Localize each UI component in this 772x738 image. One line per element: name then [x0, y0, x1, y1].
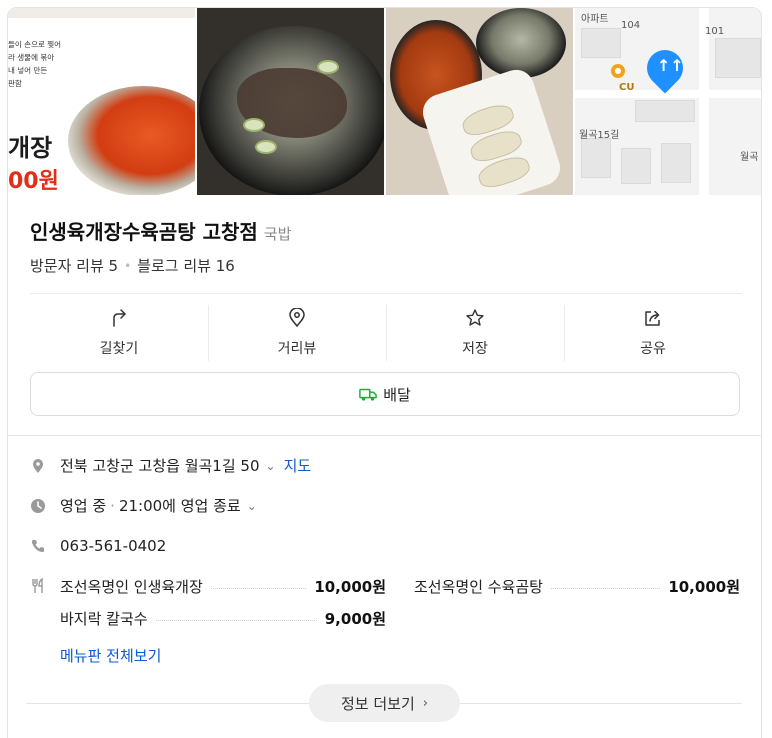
photo-table-spread[interactable]	[386, 8, 573, 195]
chevron-down-icon[interactable]: ⌄	[247, 499, 257, 513]
ad-line: 판함	[8, 79, 22, 88]
broth-soup-image	[476, 8, 566, 78]
chevron-right-icon: ›	[422, 695, 428, 711]
share-label: 공유	[640, 341, 666, 357]
menu-item[interactable]: 조선옥명인 수육곰탕 10,000원	[414, 576, 740, 597]
review-counts: 방문자 리뷰 5 • 블로그 리뷰 16	[30, 255, 235, 276]
more-info-label: 정보 더보기	[341, 694, 415, 713]
map-link[interactable]: 지도	[284, 455, 312, 476]
ad-line: 라 생물에 볶아	[8, 53, 55, 62]
location-pin-icon	[33, 458, 43, 473]
map-label: 월곡15길	[579, 130, 620, 141]
map-label: 104	[621, 20, 641, 31]
separator-dot: •	[124, 258, 132, 273]
green-onion-image	[243, 118, 265, 132]
menu-item[interactable]: 조선옥명인 인생육개장 10,000원	[60, 576, 386, 597]
more-info-button[interactable]: 정보 더보기 ›	[309, 684, 460, 722]
separator-dot: ·	[110, 496, 115, 515]
map-block	[661, 143, 691, 183]
open-status: 영업 중	[60, 497, 107, 515]
menu-item-name: 조선옥명인 수육곰탕	[414, 578, 543, 596]
place-name: 인생육개장수육곰탕 고창점	[30, 220, 258, 244]
blog-reviews-link[interactable]: 블로그 리뷰 16	[137, 255, 235, 276]
map-block	[581, 28, 621, 58]
menu-item-price: 10,000원	[314, 578, 386, 596]
menu-item-price: 9,000원	[324, 610, 386, 628]
convenience-store-icon: ●	[611, 64, 625, 78]
save-button[interactable]: 저장	[386, 305, 564, 361]
fork-knife-icon	[32, 578, 43, 593]
section-divider	[8, 435, 761, 436]
map-block	[635, 100, 695, 122]
map-label: 아파트	[581, 14, 609, 25]
view-full-menu-link[interactable]: 메뉴판 전체보기	[60, 645, 161, 666]
map-road	[575, 90, 761, 98]
phone-row: 063-561-0402	[30, 537, 166, 555]
ad-text: 들이 손으로 찢어 라 생물에 볶아 내 넣어 만든 판함	[8, 38, 61, 90]
chevron-down-icon[interactable]: ⌄	[266, 459, 276, 473]
map-block	[581, 138, 611, 178]
directions-label: 길찾기	[99, 341, 139, 357]
street-view-label: 거리뷰	[277, 341, 317, 357]
visitor-reviews-link[interactable]: 방문자 리뷰 5	[30, 255, 118, 276]
dotted-leader	[210, 588, 307, 589]
delivery-truck-icon	[359, 388, 378, 401]
place-card: 들이 손으로 찢어 라 생물에 볶아 내 넣어 만든 판함 개장 00원 아파트…	[7, 7, 762, 738]
directions-button[interactable]: 길찾기	[30, 305, 208, 361]
map-label: CU	[619, 82, 635, 93]
clock-icon	[31, 498, 45, 513]
save-label: 저장	[462, 341, 488, 357]
dotted-leader	[155, 620, 317, 621]
title-row: 인생육개장수육곰탕 고창점 국밥	[30, 216, 291, 245]
fork-knife-icon: ↑↑	[657, 56, 684, 75]
share-button[interactable]: 공유	[564, 305, 742, 361]
soup-bowl-image	[68, 86, 195, 195]
delivery-button[interactable]: 배달	[30, 372, 740, 416]
delivery-label: 배달	[383, 385, 411, 404]
menu-item-name: 조선옥명인 인생육개장	[60, 578, 203, 596]
star-icon	[466, 309, 484, 326]
closing-time: 21:00에 영업 종료	[118, 497, 241, 515]
street-view-button[interactable]: 거리뷰	[208, 305, 386, 361]
menu-item-price: 10,000원	[668, 578, 740, 596]
ad-price: 00원	[8, 169, 59, 194]
place-category: 국밥	[263, 225, 292, 243]
divider	[30, 293, 742, 294]
ad-top-bar	[8, 8, 195, 18]
green-onion-image	[317, 60, 339, 74]
ad-line: 들이 손으로 찢어	[8, 40, 62, 49]
photo-strip[interactable]: 들이 손으로 찢어 라 생물에 볶아 내 넣어 만든 판함 개장 00원 아파트…	[8, 8, 761, 195]
ad-big-text: 개장	[8, 134, 53, 162]
photo-ad[interactable]: 들이 손으로 찢어 라 생물에 볶아 내 넣어 만든 판함 개장 00원	[8, 8, 195, 195]
map-block	[621, 148, 651, 184]
phone-icon	[32, 540, 44, 552]
green-onion-image	[255, 140, 277, 154]
address-row: 전북 고창군 고창읍 월곡1길 50 ⌄ 지도	[30, 455, 311, 476]
map-label: 월곡	[740, 152, 759, 163]
directions-icon	[113, 309, 126, 327]
map-label: 101	[705, 26, 725, 37]
menu-item[interactable]: 바지락 칼국수 9,000원	[60, 608, 386, 629]
ad-line: 내 넣어 만든	[8, 66, 48, 75]
dotted-leader	[550, 588, 661, 589]
hours-row[interactable]: 영업 중 · 21:00에 영업 종료 ⌄	[30, 495, 257, 516]
action-bar: 길찾기 거리뷰 저장 공유	[30, 305, 742, 361]
map-block	[715, 38, 761, 78]
menu-item-name: 바지락 칼국수	[60, 610, 148, 628]
mini-map[interactable]: 아파트 104 101 ● CU 월곡15길 월곡 ↑↑	[575, 8, 761, 195]
share-icon	[645, 310, 660, 326]
street-view-icon	[289, 308, 305, 328]
phone-number[interactable]: 063-561-0402	[60, 537, 166, 555]
photo-soup-pot[interactable]	[197, 8, 384, 195]
address-text[interactable]: 전북 고창군 고창읍 월곡1길 50	[60, 455, 260, 476]
